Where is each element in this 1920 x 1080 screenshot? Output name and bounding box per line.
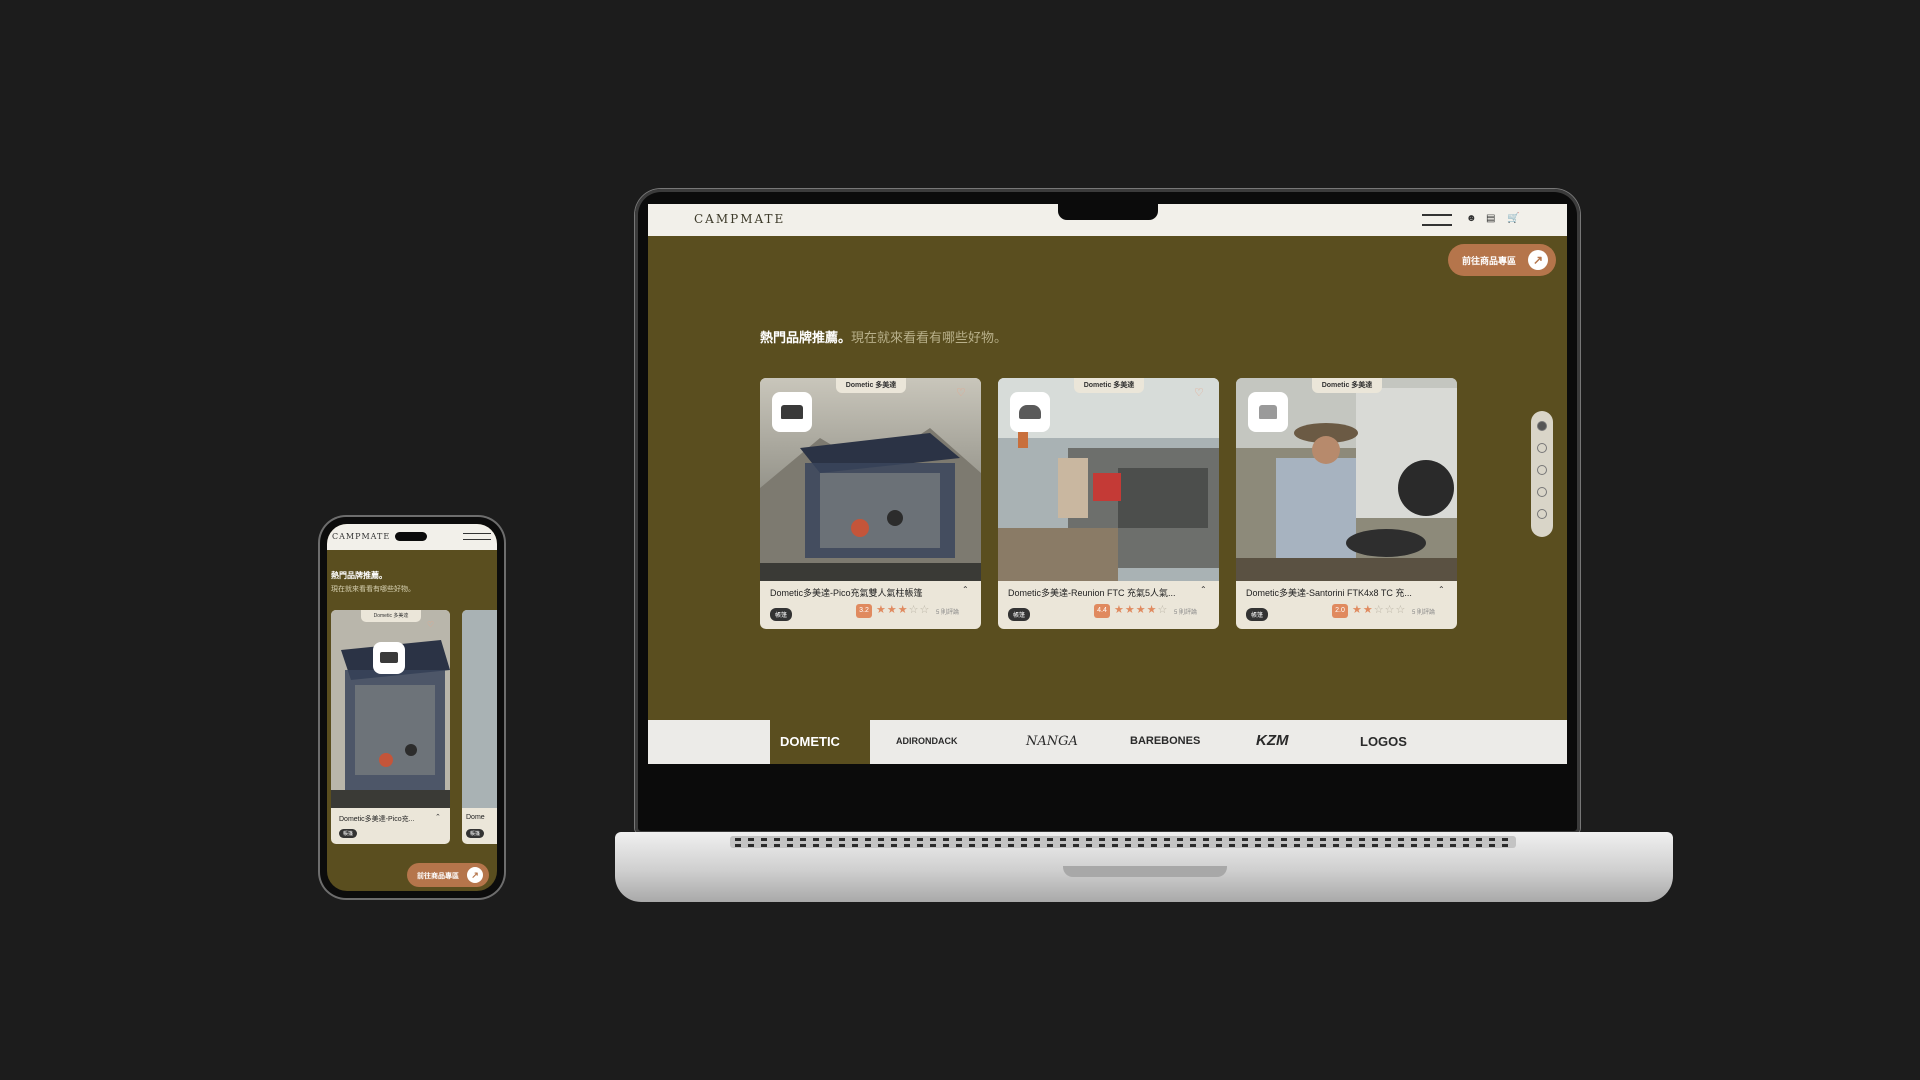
- brand-tag: Dometic 多美達: [836, 378, 906, 393]
- product-card[interactable]: Dometic 多美達 Dometic多美達-Santorini FTK4x8 …: [1236, 378, 1457, 629]
- mobile-shop-cta-button[interactable]: 前往商品專區 ↗: [407, 863, 489, 887]
- brand-tab-kzm[interactable]: KZM: [1256, 732, 1289, 749]
- cta-label: 前往商品專區: [1462, 256, 1517, 266]
- pagination-dot[interactable]: [1537, 509, 1547, 519]
- brand-tab-dometic[interactable]: DOMETIC: [780, 734, 840, 749]
- product-card[interactable]: Dometic 多美達 ♡ Dometic多美達-Pico充氣雙人氣柱帳篷 ⌃ …: [760, 378, 981, 629]
- category-badge: 帳篷: [770, 608, 793, 621]
- review-count: 5 則評論: [936, 610, 960, 616]
- chevron-up-icon[interactable]: ⌃: [1200, 585, 1207, 594]
- rating-stars: ★★☆☆☆: [1352, 604, 1407, 616]
- menu-icon[interactable]: [1422, 214, 1452, 226]
- mobile-section-title: 熱門品牌推薦。: [331, 571, 387, 580]
- arrow-up-right-icon: ↗: [1528, 250, 1548, 270]
- laptop-screen: CAMPMATE ☻ ▤ 🛒 前往商品專區 ↗ 熱門品牌推薦。現在就來看看有哪些…: [648, 204, 1567, 798]
- product-card[interactable]: Dometic 多美達 ♡ Dometic多美達-Reunion FTC 充氣5…: [998, 378, 1219, 629]
- brand-tab-adirondack[interactable]: ADIRONDACK: [896, 736, 958, 746]
- user-icon[interactable]: ☻: [1466, 213, 1477, 224]
- mobile-top-nav: CAMPMATE: [327, 524, 497, 550]
- heart-icon[interactable]: ♡: [427, 620, 434, 629]
- product-thumbnail: [1248, 392, 1288, 432]
- pagination-dot[interactable]: [1537, 465, 1547, 475]
- product-title[interactable]: Dome: [466, 814, 485, 821]
- menu-icon[interactable]: [463, 533, 491, 540]
- product-thumbnail: [772, 392, 812, 432]
- brand-tag: Dometic 多美達: [1074, 378, 1144, 393]
- rating-stars: ★★★★☆: [1114, 604, 1169, 616]
- product-title[interactable]: Dometic多美達-Reunion FTC 充氣5人氣...: [1008, 586, 1193, 599]
- chevron-up-icon[interactable]: ⌃: [1438, 585, 1445, 594]
- rating-stars: ★★★☆☆: [876, 604, 931, 616]
- site-logo[interactable]: CAMPMATE: [694, 212, 785, 226]
- heart-icon[interactable]: ♡: [956, 386, 966, 399]
- product-title[interactable]: Dometic多美達-Pico充...: [339, 814, 414, 824]
- product-thumbnail: [1010, 392, 1050, 432]
- cta-label: 前往商品專區: [417, 873, 459, 880]
- brand-tab-barebones[interactable]: BAREBONES: [1130, 735, 1200, 747]
- phone-screen: CAMPMATE 熱門品牌推薦。 現在就來看看有哪些好物。 Dometic 多美…: [327, 524, 497, 891]
- section-heading: 熱門品牌推薦。現在就來看看有哪些好物。: [760, 327, 1007, 346]
- product-image: [331, 610, 450, 808]
- brand-tab-logos[interactable]: LOGOS: [1360, 734, 1407, 749]
- laptop-notch: [1058, 204, 1158, 220]
- message-icon[interactable]: ▤: [1486, 213, 1495, 224]
- product-title[interactable]: Dometic多美達-Pico充氣雙人氣柱帳篷: [770, 586, 955, 599]
- chevron-up-icon[interactable]: ⌃: [962, 585, 969, 594]
- category-badge: 帳篷: [1008, 608, 1031, 621]
- review-count: 5 則評論: [1174, 610, 1198, 616]
- product-title[interactable]: Dometic多美達-Santorini FTK4x8 TC 充...: [1246, 586, 1431, 599]
- category-badge: 帳篷: [466, 829, 485, 838]
- keyboard-keys: [735, 844, 1511, 847]
- brand-tag: Dometic 多美達: [1312, 378, 1382, 393]
- cart-icon[interactable]: 🛒: [1507, 213, 1519, 224]
- pagination-dot[interactable]: [1537, 443, 1547, 453]
- arrow-up-right-icon: ↗: [467, 867, 483, 883]
- section-title: 熱門品牌推薦。: [760, 330, 852, 345]
- category-badge: 帳篷: [1246, 608, 1269, 621]
- rating-score: 3.2: [856, 604, 872, 618]
- mobile-section-subtitle: 現在就來看看有哪些好物。: [331, 586, 415, 593]
- pagination-dot-active[interactable]: [1537, 421, 1547, 431]
- laptop-lip: [1063, 866, 1227, 877]
- pagination-dot[interactable]: [1537, 487, 1547, 497]
- rating-score: 4.4: [1094, 604, 1110, 618]
- product-thumbnail: [373, 642, 405, 674]
- chevron-up-icon[interactable]: ⌃: [435, 813, 441, 821]
- rating-score: 2.0: [1332, 604, 1348, 618]
- heart-icon[interactable]: ♡: [1194, 386, 1204, 399]
- side-pagination: [1531, 411, 1553, 537]
- section-subtitle: 現在就來看看有哪些好物。: [851, 330, 1008, 345]
- brand-tag: Dometic 多美達: [361, 610, 421, 622]
- screen-bezel-bottom: [648, 764, 1567, 798]
- mobile-product-card[interactable]: Dometic 多美達 ♡ Dometic多美達-Pico充... ⌃ 帳篷: [331, 610, 450, 844]
- category-badge: 帳篷: [339, 829, 358, 838]
- brand-tab-nanga[interactable]: NANGA: [1026, 734, 1078, 749]
- mobile-logo[interactable]: CAMPMATE: [332, 532, 390, 541]
- keyboard-keys: [735, 838, 1511, 841]
- shop-cta-button[interactable]: 前往商品專區 ↗: [1448, 244, 1556, 276]
- product-image: [462, 610, 497, 808]
- dynamic-island: [395, 532, 427, 541]
- review-count: 5 則評論: [1412, 610, 1436, 616]
- mobile-product-card-peek[interactable]: Dome 帳篷: [462, 610, 497, 844]
